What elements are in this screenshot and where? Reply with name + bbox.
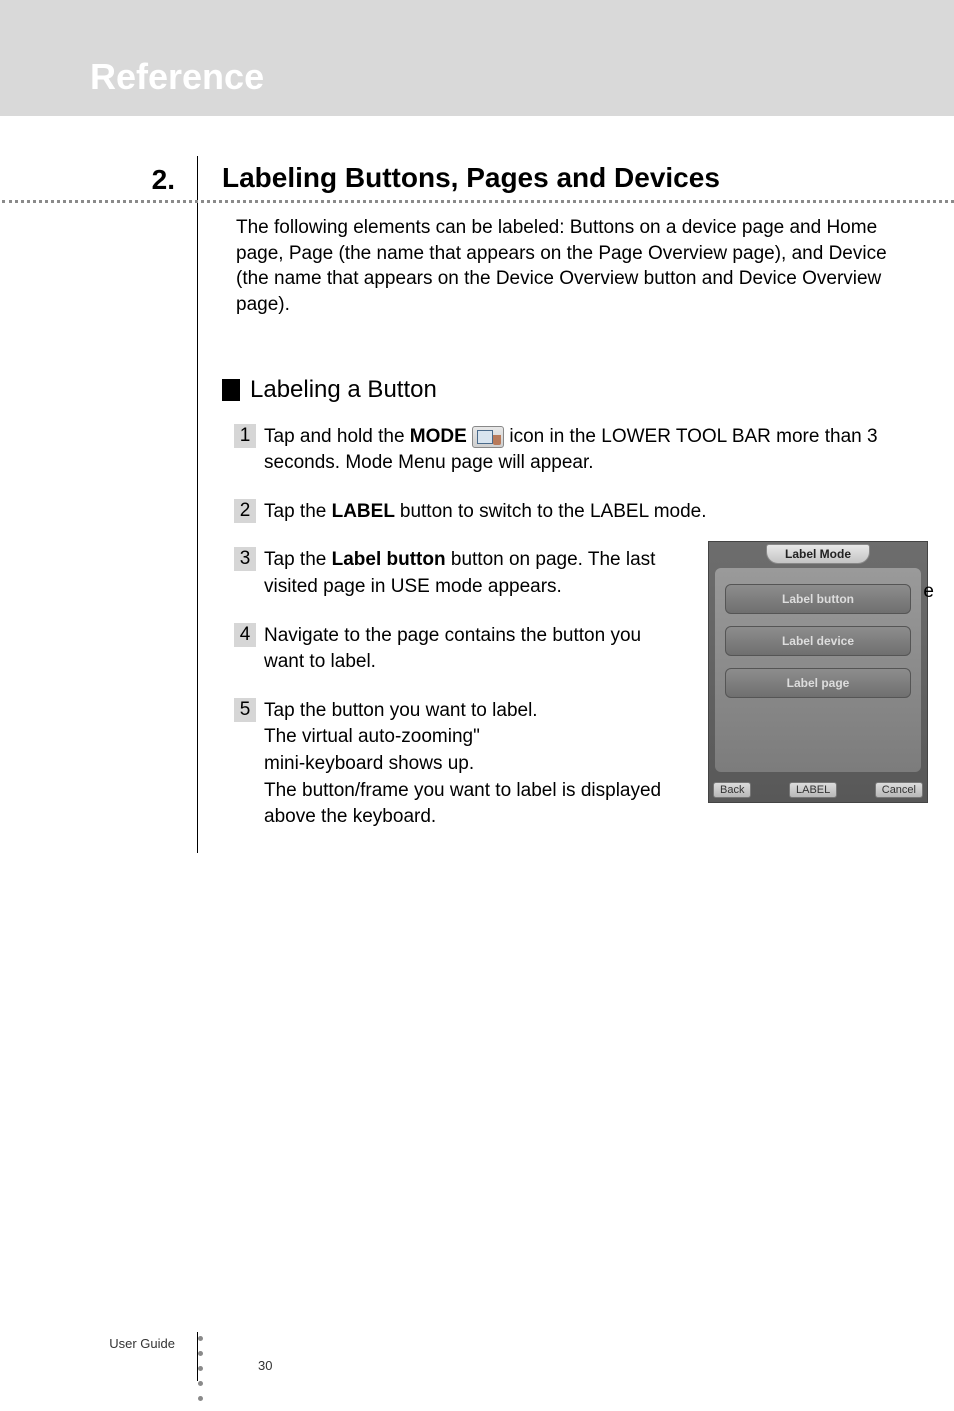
text: auto-zooming" xyxy=(358,726,480,747)
cancel-button[interactable]: Cancel xyxy=(875,782,923,798)
label-page-button[interactable]: Label page xyxy=(725,668,911,698)
bold-text: LABEL xyxy=(332,501,400,522)
back-button[interactable]: Back xyxy=(713,782,751,798)
step-text: Tap the button you want to label. The vi… xyxy=(264,698,662,831)
step-number: 2 xyxy=(234,499,256,523)
intro-paragraph: The following elements can be labeled: B… xyxy=(222,215,924,318)
label-center-button[interactable]: LABEL xyxy=(789,782,837,798)
step-number: 5 xyxy=(234,698,256,722)
step-text: Tap the LABEL button to switch to the LA… xyxy=(264,499,924,526)
dotted-divider xyxy=(2,200,954,203)
text: The virtual xyxy=(264,726,358,747)
text: Tap and hold the xyxy=(264,426,410,447)
footer-label: User Guide xyxy=(0,1332,198,1381)
step-text: Navigate to the page contains the button… xyxy=(264,623,662,676)
page-number: 30 xyxy=(258,1358,272,1373)
right-column: Labeling Buttons, Pages and Devices The … xyxy=(198,156,954,853)
step-number: 1 xyxy=(234,424,256,448)
screenshot-body: Label button Label device Label page xyxy=(715,568,921,772)
text: Tap the xyxy=(264,501,332,522)
mode-icon xyxy=(472,426,504,448)
label-device-button[interactable]: Label device xyxy=(725,626,911,656)
dot-column xyxy=(198,1336,203,1411)
text: button to switch to the LABEL mode. xyxy=(400,501,707,522)
step-number: 3 xyxy=(234,547,256,571)
step-3: 3 Tap the Label button button on page. T… xyxy=(222,547,662,600)
footer-right: 30 xyxy=(198,1332,272,1381)
steps-with-screenshot: Label Mode Label button Label device Lab… xyxy=(222,547,924,830)
screenshot-tab: Label Mode xyxy=(766,544,870,564)
dot-icon xyxy=(198,1336,203,1341)
dot-icon xyxy=(198,1396,203,1401)
screenshot-bottom-bar: Back LABEL Cancel xyxy=(713,782,923,798)
step-text: Tap the Label button button on page. The… xyxy=(264,547,662,600)
footer: User Guide 30 xyxy=(0,1332,954,1381)
black-square-icon xyxy=(222,379,240,401)
subsection-title: Labeling a Button xyxy=(250,376,437,404)
step-number: 4 xyxy=(234,623,256,647)
text: mini-keyboard shows up. xyxy=(264,753,474,774)
header-title: Reference xyxy=(90,56,264,98)
dot-icon xyxy=(198,1366,203,1371)
header-bar: Reference xyxy=(0,0,954,116)
text: Tap the xyxy=(264,549,332,570)
subsection-header: Labeling a Button xyxy=(222,376,924,404)
device-screenshot: Label Mode Label button Label device Lab… xyxy=(708,541,928,803)
bold-text: Label button xyxy=(332,549,451,570)
step-2: 2 Tap the LABEL button to switch to the … xyxy=(222,499,924,526)
left-column: 2. xyxy=(0,156,198,853)
section-number: 2. xyxy=(0,164,175,196)
step-1: 1 Tap and hold the MODE icon in the LOWE… xyxy=(222,424,924,477)
section-heading: Labeling Buttons, Pages and Devices xyxy=(222,162,924,194)
content-area: 2. Labeling Buttons, Pages and Devices T… xyxy=(0,116,954,853)
bold-text: MODE xyxy=(410,426,467,447)
dot-icon xyxy=(198,1351,203,1356)
text: Tap the button you want to label. xyxy=(264,700,538,721)
step-5: 5 Tap the button you want to label. The … xyxy=(222,698,662,831)
text: The button/frame you want to label is di… xyxy=(264,780,661,828)
cutoff-character: e xyxy=(923,581,934,603)
step-4: 4 Navigate to the page contains the butt… xyxy=(222,623,662,676)
dot-icon xyxy=(198,1381,203,1386)
label-button-button[interactable]: Label button xyxy=(725,584,911,614)
step-text: Tap and hold the MODE icon in the LOWER … xyxy=(264,424,924,477)
